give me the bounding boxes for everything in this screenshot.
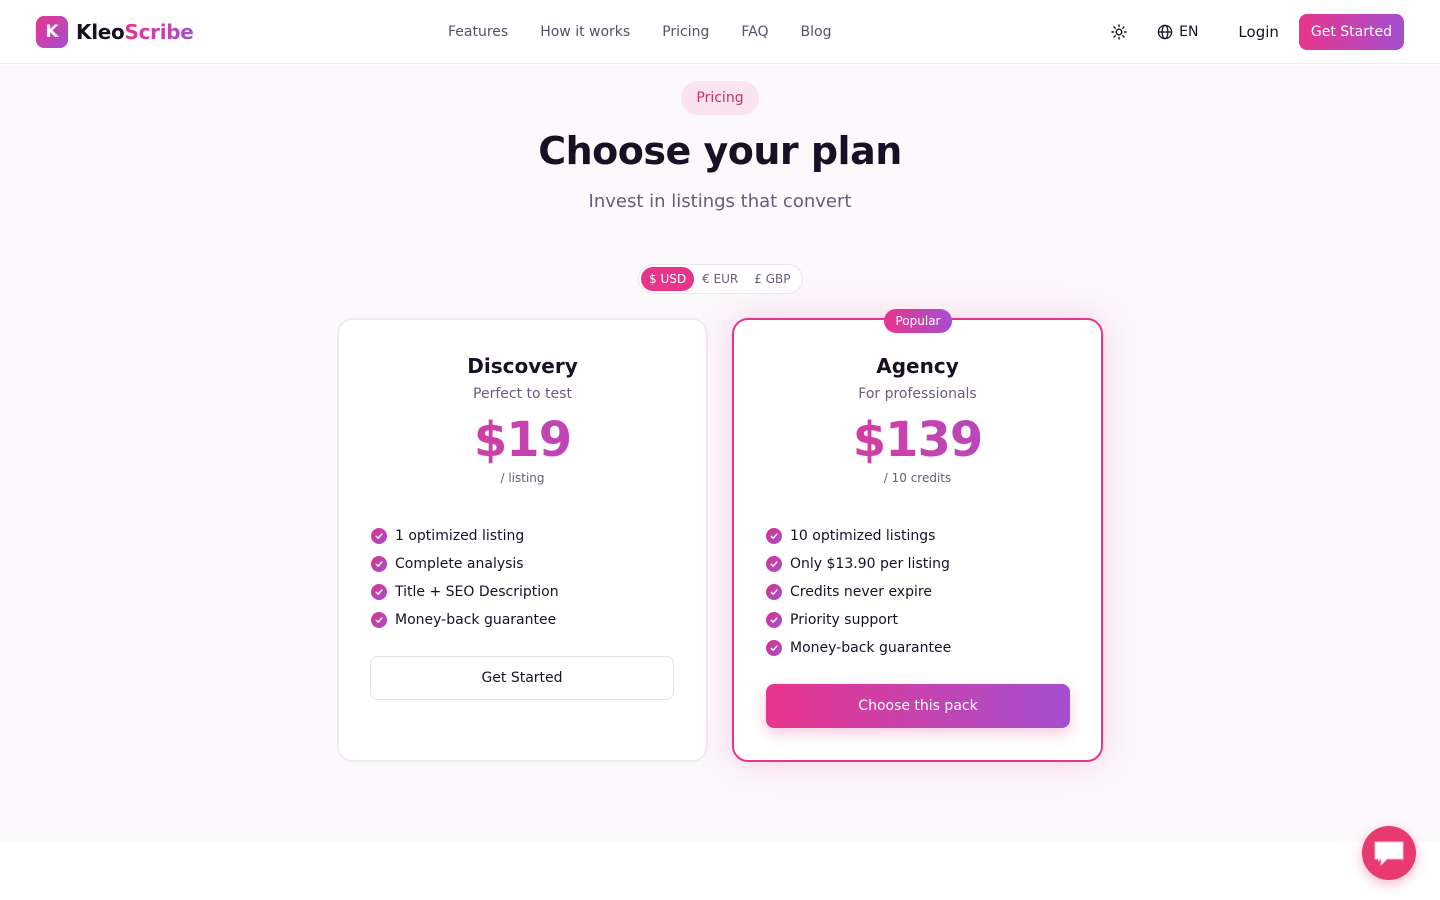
check-icon [371, 584, 387, 600]
check-icon [766, 556, 782, 572]
feature-text: Money-back guarantee [395, 612, 557, 628]
globe-icon [1157, 24, 1173, 40]
plan-price: $139 [734, 412, 1101, 468]
chat-launcher-button[interactable] [1362, 826, 1416, 880]
feature-text: Complete analysis [395, 556, 524, 572]
section-pill: Pricing [681, 81, 759, 115]
theme-toggle-button[interactable] [1107, 20, 1131, 44]
feature-item: 1 optimized listing [371, 522, 559, 550]
feature-item: Priority support [766, 606, 951, 634]
check-icon [371, 612, 387, 628]
feature-text: Only $13.90 per listing [790, 556, 950, 572]
login-link[interactable]: Login [1238, 23, 1278, 41]
plan-unit: / 10 credits [883, 471, 952, 485]
feature-text: Title + SEO Description [395, 584, 559, 600]
nav-blog[interactable]: Blog [801, 24, 832, 40]
plan-card-agency: Popular Agency For professionals $139 / … [732, 309, 1103, 762]
popular-badge: Popular [884, 309, 952, 333]
feature-text: Money-back guarantee [790, 640, 952, 656]
plan-name: Discovery [467, 354, 578, 378]
currency-eur[interactable]: € EUR [694, 267, 746, 291]
chat-bubble-icon [1374, 841, 1404, 867]
choose-pack-button[interactable]: Choose this pack [766, 684, 1070, 728]
plan-price: $19 [339, 412, 706, 468]
feature-item: Money-back guarantee [371, 606, 559, 634]
nav-faq[interactable]: FAQ [741, 24, 768, 40]
check-icon [766, 528, 782, 544]
feature-item: Credits never expire [766, 578, 951, 606]
page-subtitle: Invest in listings that convert [588, 191, 852, 212]
language-selector[interactable]: EN [1157, 24, 1198, 40]
pricing-section: Pricing Choose your plan Invest in listi… [0, 65, 1440, 841]
plan-unit: / listing [500, 471, 545, 485]
get-started-button[interactable]: Get Started [1298, 14, 1404, 50]
feature-item: Complete analysis [371, 550, 559, 578]
feature-text: Credits never expire [790, 584, 932, 600]
brand-logo[interactable]: K KleoScribe [36, 16, 194, 48]
nav-features[interactable]: Features [448, 24, 508, 40]
check-icon [766, 640, 782, 656]
page-title: Choose your plan [538, 129, 902, 173]
plan-description: For professionals [858, 386, 977, 402]
brand-name-first: Kleo [76, 20, 125, 44]
currency-gbp[interactable]: £ GBP [746, 267, 798, 291]
check-icon [766, 612, 782, 628]
currency-usd[interactable]: $ USD [641, 267, 695, 291]
check-icon [766, 584, 782, 600]
feature-list: 1 optimized listing Complete analysis Ti… [371, 522, 559, 634]
feature-item: Only $13.90 per listing [766, 550, 951, 578]
feature-text: Priority support [790, 612, 899, 628]
header-actions: EN Login Get Started [1107, 14, 1404, 50]
discovery-get-started-button[interactable]: Get Started [370, 656, 674, 700]
brand-name-second: Scribe [124, 20, 194, 44]
feature-list: 10 optimized listings Only $13.90 per li… [766, 522, 951, 662]
feature-text: 1 optimized listing [395, 528, 525, 544]
plan-card-discovery: Discovery Perfect to test $19 / listing … [337, 318, 708, 762]
feature-item: 10 optimized listings [766, 522, 951, 550]
check-icon [371, 556, 387, 572]
nav-pricing[interactable]: Pricing [662, 24, 709, 40]
main-nav: Features How it works Pricing FAQ Blog [448, 0, 831, 64]
check-icon [371, 528, 387, 544]
site-header: K KleoScribe Features How it works Prici… [0, 0, 1440, 64]
logo-mark: K [36, 16, 68, 48]
language-label: EN [1179, 24, 1199, 40]
nav-how-it-works[interactable]: How it works [540, 24, 630, 40]
feature-item: Title + SEO Description [371, 578, 559, 606]
brand-name: KleoScribe [76, 20, 194, 44]
plan-name: Agency [876, 354, 959, 378]
feature-text: 10 optimized listings [790, 528, 936, 544]
feature-item: Money-back guarantee [766, 634, 951, 662]
sun-icon [1111, 24, 1127, 40]
plan-description: Perfect to test [473, 386, 572, 402]
currency-switcher: $ USD € EUR £ GBP [638, 264, 803, 294]
